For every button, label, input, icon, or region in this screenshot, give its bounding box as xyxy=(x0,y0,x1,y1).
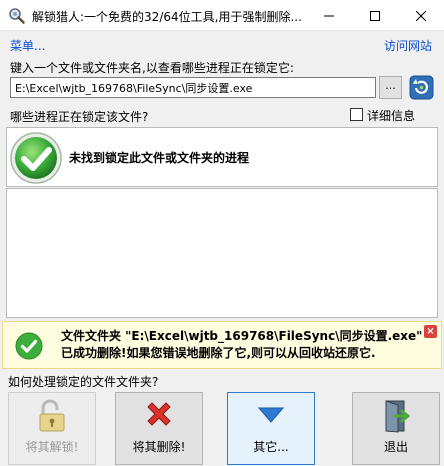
window-title: 解锁猎人:一个免费的32/64位工具,用于强制删除... xyxy=(32,10,302,24)
delete-label: 将其删除! xyxy=(132,440,186,454)
success-icon xyxy=(15,332,43,360)
other-label: 其它... xyxy=(253,440,289,454)
menu-link[interactable]: 菜单... xyxy=(10,37,45,54)
notification-message: 文件文件夹 "E:\Excel\wjtb_169768\FileSync\同步设… xyxy=(61,329,423,360)
locking-processes-label: 哪些进程正在锁定该文件? xyxy=(10,110,149,124)
padlock-icon xyxy=(39,399,65,432)
title-bar: 解锁猎人:一个免费的32/64位工具,用于强制删除... xyxy=(0,0,444,31)
exit-button[interactable]: 退出 xyxy=(352,392,440,465)
exit-label: 退出 xyxy=(383,440,408,454)
action-question-label: 如何处理锁定的文件文件夹? xyxy=(8,375,159,389)
notification-bar: 文件文件夹 "E:\Excel\wjtb_169768\FileSync\同步设… xyxy=(2,321,442,369)
status-panel: 未找到锁定此文件或文件夹的进程 xyxy=(6,127,438,187)
minimize-button[interactable] xyxy=(306,0,352,31)
path-prompt-label: 键入一个文件或文件夹名,以查看哪些进程正在锁定它: xyxy=(10,61,294,75)
dropdown-triangle-icon xyxy=(258,407,284,423)
close-window-button[interactable] xyxy=(398,0,444,31)
main-panel: 菜单... 访问网站 键入一个文件或文件夹名,以查看哪些进程正在锁定它: ...… xyxy=(0,31,444,466)
status-message: 未找到锁定此文件或文件夹的进程 xyxy=(69,151,250,165)
path-input[interactable] xyxy=(10,77,376,98)
green-check-icon xyxy=(10,132,62,184)
delete-button[interactable]: 将其删除! xyxy=(115,392,203,465)
close-icon xyxy=(416,10,426,21)
refresh-icon[interactable] xyxy=(409,75,434,100)
visit-website-link[interactable]: 访问网站 xyxy=(384,37,432,54)
unlock-button[interactable]: 将其解锁! xyxy=(8,392,96,465)
close-icon[interactable]: × xyxy=(424,325,437,338)
other-button[interactable]: 其它... xyxy=(227,392,315,465)
maximize-icon xyxy=(370,10,380,21)
process-list[interactable] xyxy=(6,188,438,318)
magnifier-gear-icon xyxy=(9,8,25,24)
browse-button[interactable]: ... xyxy=(379,76,402,99)
delete-x-icon xyxy=(147,402,171,426)
unlock-label: 将其解锁! xyxy=(25,440,79,454)
maximize-button[interactable] xyxy=(352,0,398,31)
exit-door-icon xyxy=(385,400,410,433)
details-checkbox[interactable] xyxy=(350,108,363,121)
minimize-icon xyxy=(324,15,334,16)
details-label: 详细信息 xyxy=(367,109,416,123)
